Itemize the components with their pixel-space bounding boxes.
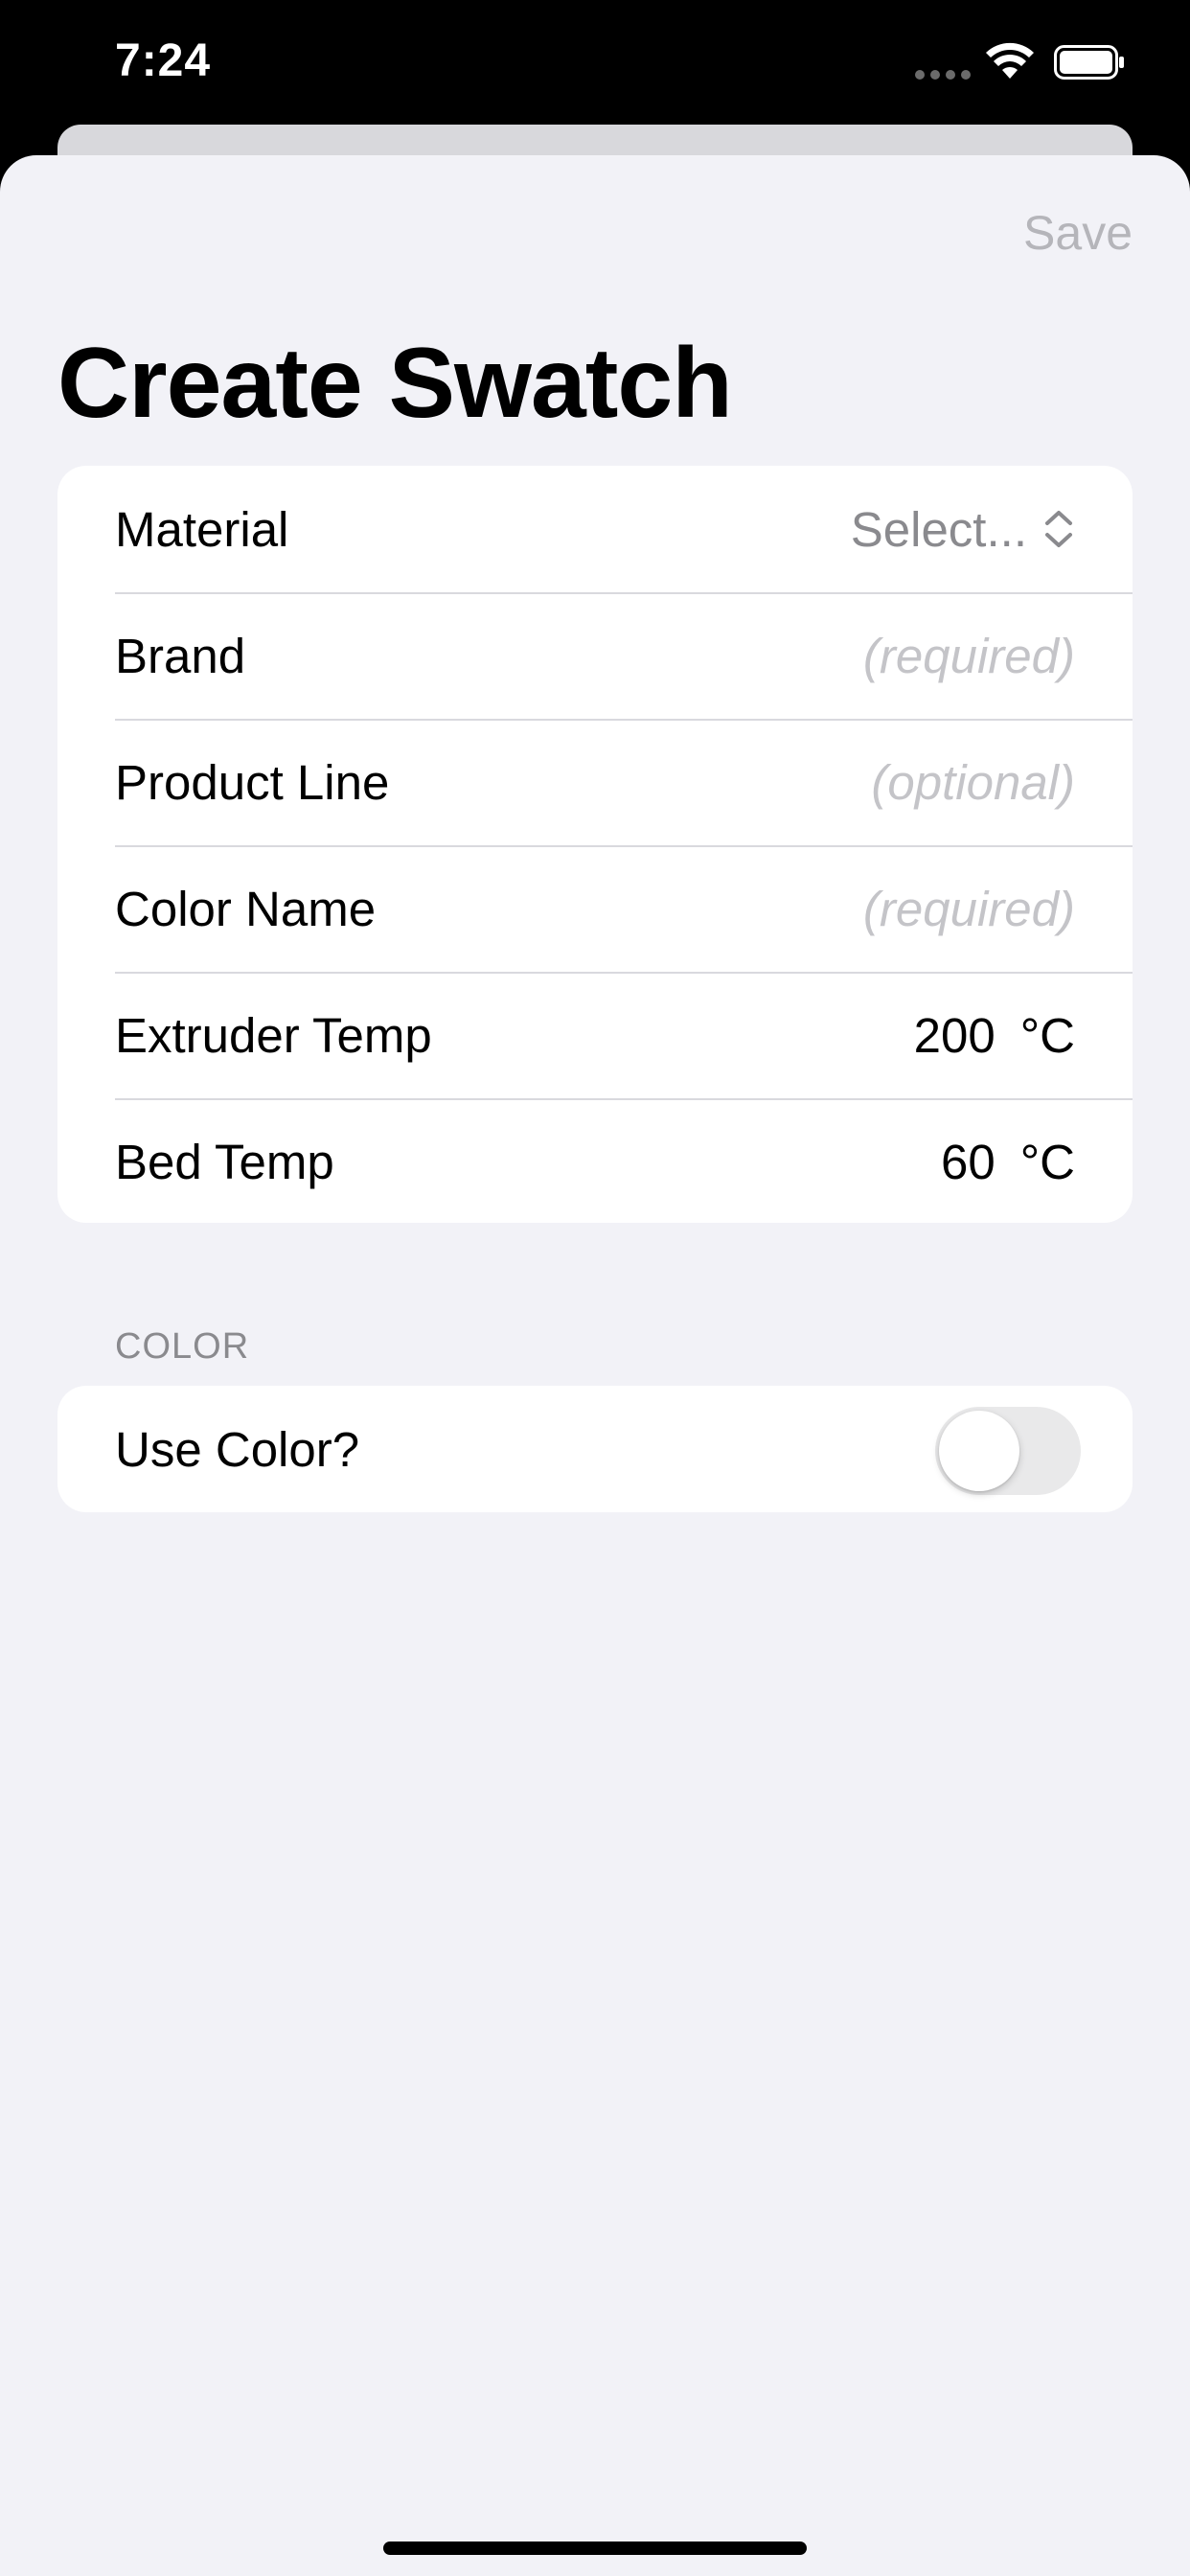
- home-indicator[interactable]: [383, 2542, 807, 2555]
- battery-icon: [1054, 45, 1124, 80]
- brand-input[interactable]: (required): [863, 628, 1075, 684]
- cellular-signal-icon: [915, 70, 971, 80]
- toggle-knob: [939, 1411, 1019, 1491]
- material-picker[interactable]: Select...: [851, 501, 1075, 558]
- wifi-icon: [986, 42, 1034, 79]
- color-section: Use Color?: [57, 1386, 1133, 1512]
- product-line-input[interactable]: (optional): [871, 754, 1075, 811]
- bed-temp-input[interactable]: 60: [941, 1134, 995, 1190]
- swatch-form: Material Select... Brand (required) Prod…: [57, 466, 1133, 1223]
- material-label: Material: [115, 501, 289, 557]
- use-color-label: Use Color?: [115, 1421, 360, 1477]
- product-line-row: Product Line (optional): [57, 719, 1133, 845]
- extruder-temp-label: Extruder Temp: [115, 1007, 432, 1063]
- extruder-temp-unit: °C: [1019, 1007, 1075, 1063]
- color-name-row: Color Name (required): [57, 845, 1133, 972]
- brand-label: Brand: [115, 628, 246, 683]
- create-swatch-sheet: Save Create Swatch Material Select... Br…: [0, 155, 1190, 2576]
- save-button[interactable]: Save: [1023, 205, 1133, 261]
- material-row[interactable]: Material Select...: [57, 466, 1133, 592]
- color-section-header: COLOR: [115, 1326, 250, 1367]
- chevron-up-down-icon: [1045, 511, 1072, 547]
- material-value: Select...: [850, 501, 1027, 557]
- use-color-toggle[interactable]: [935, 1407, 1081, 1495]
- bed-temp-unit: °C: [1019, 1134, 1075, 1189]
- bed-temp-row: Bed Temp 60 °C: [57, 1098, 1133, 1225]
- color-name-input[interactable]: (required): [863, 881, 1075, 937]
- product-line-label: Product Line: [115, 754, 390, 810]
- bed-temp-label: Bed Temp: [115, 1134, 334, 1189]
- brand-row: Brand (required): [57, 592, 1133, 719]
- extruder-temp-input[interactable]: 200: [914, 1007, 995, 1064]
- color-name-label: Color Name: [115, 881, 377, 936]
- status-bar: 7:24: [0, 0, 1190, 144]
- status-time: 7:24: [115, 35, 212, 86]
- extruder-temp-row: Extruder Temp 200 °C: [57, 972, 1133, 1098]
- page-title: Create Swatch: [57, 328, 733, 439]
